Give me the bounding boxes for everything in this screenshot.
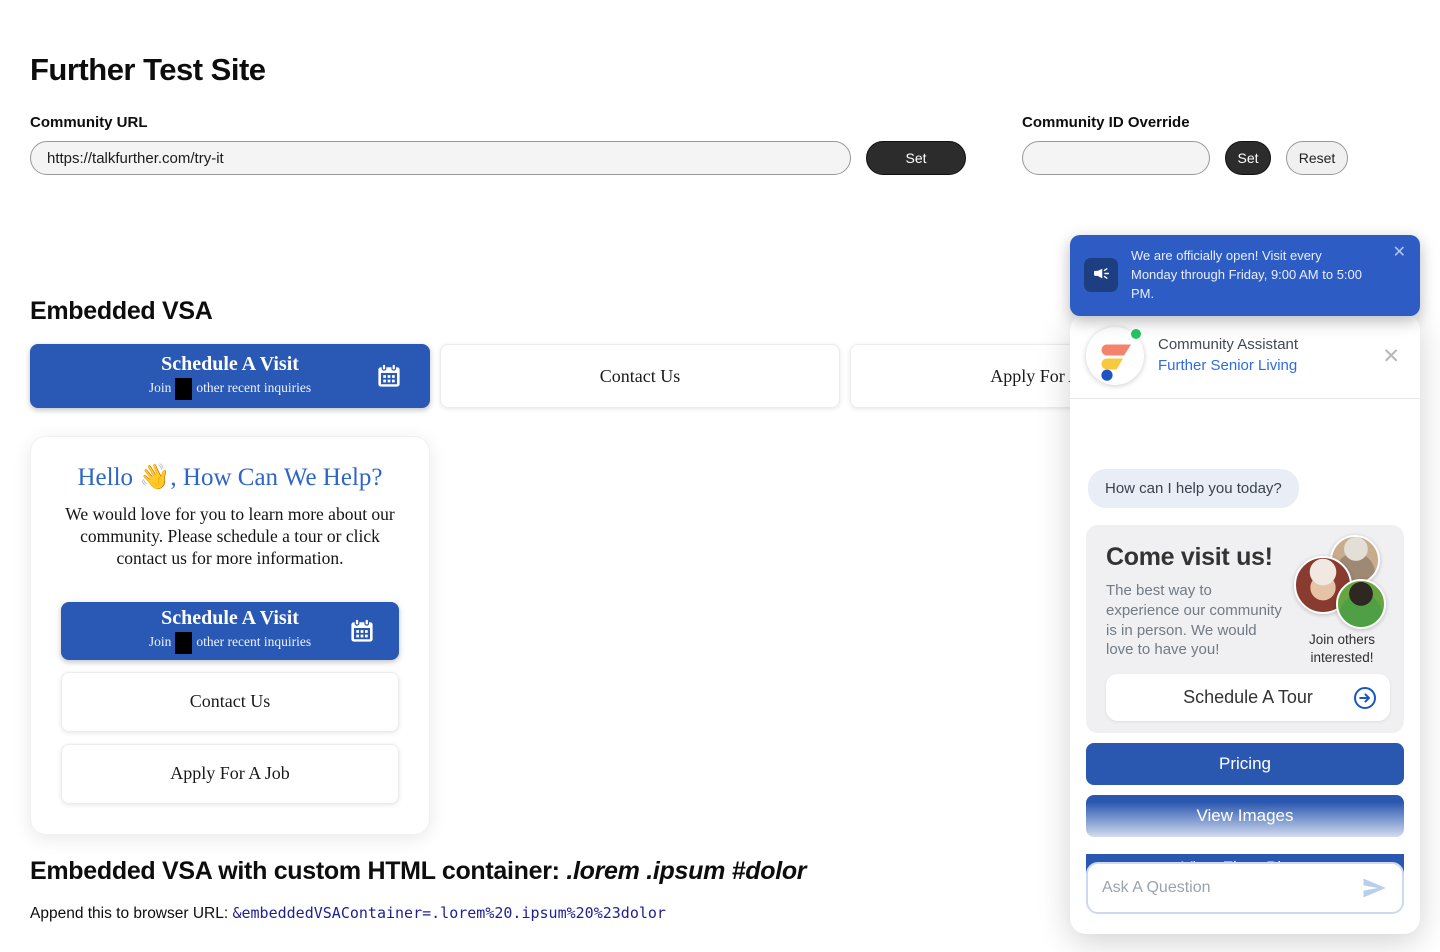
chat-widget: Community Assistant Further Senior Livin… (1070, 314, 1420, 934)
assistant-greeting-bubble: How can I help you today? (1088, 469, 1299, 508)
announcement-text: We are officially open! Visit every Mond… (1131, 247, 1363, 304)
schedule-visit-subtitle: Joinother recent inquiries (149, 378, 311, 400)
community-url-group: Community URL Set (30, 114, 966, 175)
community-id-reset-button[interactable]: Reset (1286, 141, 1348, 175)
come-visit-heading: Come visit us! (1106, 543, 1286, 572)
community-url-label: Community URL (30, 114, 966, 131)
community-url-set-button[interactable]: Set (866, 141, 966, 175)
append-url-code: &embeddedVSAContainer=.lorem%20.ipsum%20… (232, 904, 665, 922)
megaphone-icon (1084, 258, 1118, 292)
redacted-count (175, 632, 192, 654)
assistant-name: Community Assistant (1158, 334, 1298, 355)
ask-question-input[interactable] (1102, 879, 1360, 897)
come-visit-body: The best way to experience our community… (1106, 581, 1286, 660)
chat-header: Community Assistant Further Senior Livin… (1070, 314, 1420, 399)
community-id-label: Community ID Override (1022, 114, 1352, 131)
card-apply-job-button[interactable]: Apply For A Job (61, 744, 399, 804)
calendar-icon (374, 361, 404, 391)
further-logo-icon (1086, 327, 1144, 385)
community-id-set-button[interactable]: Set (1225, 141, 1271, 175)
schedule-visit-button[interactable]: Schedule A Visit Joinother recent inquir… (30, 344, 430, 408)
community-id-group: Community ID Override Set Reset (1022, 114, 1352, 175)
visitor-avatars (1294, 535, 1386, 625)
card-contact-us-button[interactable]: Contact Us (61, 672, 399, 732)
quick-action-pricing[interactable]: Pricing (1086, 743, 1404, 785)
schedule-tour-button[interactable]: Schedule A Tour (1106, 674, 1390, 721)
avatar (1336, 579, 1386, 629)
chat-close-icon[interactable]: ✕ (1378, 342, 1404, 371)
avatars-caption: Join others interested! (1294, 631, 1390, 666)
chat-body: How can I help you today? Come visit us!… (1070, 399, 1420, 934)
contact-us-button[interactable]: Contact Us (440, 344, 840, 408)
banner-close-icon[interactable]: ✕ (1393, 245, 1406, 261)
ask-question-row (1086, 862, 1404, 914)
custom-container-selector: .lorem .ipsum #dolor (566, 857, 806, 885)
hello-card-heading: Hello 👋, How Can We Help? (61, 463, 399, 492)
arrow-circle-icon (1353, 686, 1377, 710)
config-form-row: Community URL Set Community ID Override … (30, 114, 1410, 175)
schedule-visit-title: Schedule A Visit (161, 353, 299, 376)
online-status-dot (1130, 328, 1142, 340)
hello-card-body: We would love for you to learn more abou… (61, 504, 399, 570)
community-url-input[interactable] (30, 141, 851, 175)
page-title: Further Test Site (30, 52, 1410, 88)
card-schedule-visit-button[interactable]: Schedule A Visit Joinother recent inquir… (61, 602, 399, 660)
come-visit-card: Come visit us! The best way to experienc… (1086, 525, 1404, 733)
announcement-banner: We are officially open! Visit every Mond… (1070, 235, 1420, 316)
quick-action-view-images[interactable]: View Images (1086, 795, 1404, 837)
community-id-input[interactable] (1022, 141, 1210, 175)
chat-titles: Community Assistant Further Senior Livin… (1158, 334, 1298, 377)
hello-card: Hello 👋, How Can We Help? We would love … (30, 436, 430, 835)
redacted-count (175, 378, 192, 400)
community-name-link[interactable]: Further Senior Living (1158, 357, 1297, 374)
calendar-icon (347, 616, 377, 646)
send-icon[interactable] (1360, 874, 1388, 902)
